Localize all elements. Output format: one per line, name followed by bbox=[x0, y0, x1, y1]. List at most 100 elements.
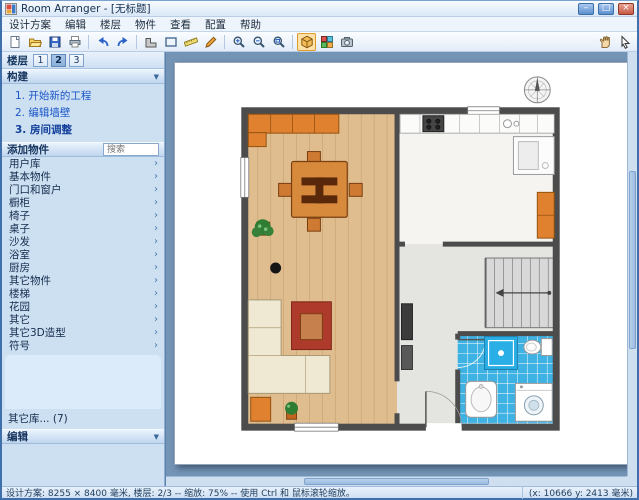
view-3d-button[interactable] bbox=[297, 33, 316, 51]
small-cabinet[interactable] bbox=[251, 397, 271, 421]
pan-button[interactable] bbox=[595, 33, 614, 51]
open-button[interactable] bbox=[25, 33, 44, 51]
floor-tab-2[interactable]: 2 bbox=[51, 54, 66, 67]
undo-button[interactable] bbox=[93, 33, 112, 51]
chevron-right-icon: › bbox=[154, 172, 158, 182]
menu-edit[interactable]: 编辑 bbox=[58, 17, 93, 31]
compass[interactable] bbox=[524, 77, 550, 103]
chevron-right-icon: › bbox=[154, 328, 158, 338]
object-categories: 用户库› 基本物件› 门口和窗户› 橱柜› 椅子› 桌子› 沙发› 浴室› 厨房… bbox=[2, 157, 164, 352]
close-button[interactable]: × bbox=[618, 3, 634, 15]
horizontal-scrollbar-thumb[interactable] bbox=[304, 478, 488, 485]
wall-tool-button[interactable] bbox=[141, 33, 160, 51]
washing-machine[interactable] bbox=[515, 383, 552, 421]
app-icon bbox=[5, 3, 17, 15]
print-icon bbox=[68, 35, 82, 49]
chevron-right-icon: › bbox=[154, 315, 158, 325]
room-tool-button[interactable] bbox=[161, 33, 180, 51]
chevron-right-icon: › bbox=[154, 341, 158, 351]
zoom-fit-button[interactable] bbox=[269, 33, 288, 51]
canvas-viewport[interactable] bbox=[165, 52, 637, 486]
menu-options[interactable]: 配置 bbox=[198, 17, 233, 31]
horizontal-scrollbar[interactable] bbox=[166, 476, 627, 486]
fridge-unit[interactable] bbox=[513, 137, 554, 175]
menu-help[interactable]: 帮助 bbox=[233, 17, 268, 31]
toolbar-separator bbox=[88, 35, 89, 49]
window[interactable] bbox=[295, 423, 339, 431]
undo-arrow-icon bbox=[96, 35, 110, 49]
camera-button[interactable] bbox=[337, 33, 356, 51]
window[interactable] bbox=[468, 107, 500, 115]
status-text: 设计方案: 8255 × 8400 毫米, 楼层: 2/3 -- 缩放: 75%… bbox=[6, 486, 522, 499]
main-area: 楼层 1 2 3 构建 ▼ 1. 开始新的工程 2. 编辑墙壁 3. 房间调整 … bbox=[2, 52, 637, 486]
stairs[interactable] bbox=[486, 258, 555, 328]
zoom-in-icon bbox=[232, 35, 246, 49]
print-button[interactable] bbox=[65, 33, 84, 51]
more-libraries-link[interactable]: 其它库... (7) bbox=[2, 409, 164, 429]
pointer-button[interactable] bbox=[615, 33, 634, 51]
pencil-tool-button[interactable] bbox=[201, 33, 220, 51]
window[interactable] bbox=[241, 158, 249, 198]
add-objects-header: 添加物件 bbox=[2, 142, 164, 157]
measure-tool-button[interactable] bbox=[181, 33, 200, 51]
object-search-input[interactable] bbox=[103, 143, 159, 156]
panel-bottom-area bbox=[2, 444, 164, 486]
cursor-arrow-icon bbox=[618, 35, 632, 49]
new-button[interactable] bbox=[5, 33, 24, 51]
window-title: Room Arranger - [无标题] bbox=[21, 1, 151, 16]
vertical-scrollbar-thumb[interactable] bbox=[629, 171, 636, 349]
sidebar: 楼层 1 2 3 构建 ▼ 1. 开始新的工程 2. 编辑墙壁 3. 房间调整 … bbox=[2, 52, 165, 486]
save-button[interactable] bbox=[45, 33, 64, 51]
menu-object[interactable]: 物件 bbox=[128, 17, 163, 31]
menu-project[interactable]: 设计方案 bbox=[2, 17, 58, 31]
chevron-right-icon: › bbox=[154, 302, 158, 312]
zoom-in-button[interactable] bbox=[229, 33, 248, 51]
collapse-icon[interactable]: ▼ bbox=[154, 433, 159, 441]
build-steps: 1. 开始新的工程 2. 编辑墙壁 3. 房间调整 bbox=[2, 84, 164, 142]
menu-view[interactable]: 查看 bbox=[163, 17, 198, 31]
cursor-coordinates: (x: 10666 y: 2413 毫米) bbox=[522, 486, 633, 499]
category-label: 符号 bbox=[9, 338, 30, 353]
room-tool-icon bbox=[164, 35, 178, 49]
maximize-button[interactable]: □ bbox=[598, 3, 614, 15]
collapse-icon[interactable]: ▼ bbox=[154, 73, 159, 81]
hand-pan-icon bbox=[598, 35, 612, 49]
category-symbols[interactable]: 符号 › bbox=[2, 339, 164, 352]
chevron-right-icon: › bbox=[154, 185, 158, 195]
round-stool[interactable] bbox=[270, 263, 281, 274]
vertical-scrollbar[interactable] bbox=[627, 52, 637, 476]
scrollbar-corner bbox=[627, 476, 637, 486]
build-section-header[interactable]: 构建 ▼ bbox=[2, 69, 164, 84]
menu-floor[interactable]: 楼层 bbox=[93, 17, 128, 31]
zoom-out-button[interactable] bbox=[249, 33, 268, 51]
camera-icon bbox=[340, 35, 354, 49]
edit-section-header[interactable]: 编辑 ▼ bbox=[2, 429, 164, 444]
menu-bar: 设计方案 编辑 楼层 物件 查看 配置 帮助 bbox=[2, 17, 637, 32]
stove[interactable] bbox=[423, 116, 444, 132]
chevron-right-icon: › bbox=[154, 276, 158, 286]
shower[interactable] bbox=[485, 337, 518, 370]
zoom-fit-icon bbox=[272, 35, 286, 49]
save-disk-icon bbox=[48, 35, 62, 49]
new-document-icon bbox=[8, 35, 22, 49]
build-step-edit-walls[interactable]: 2. 编辑墙壁 bbox=[2, 104, 164, 121]
rug-coffee-table[interactable] bbox=[292, 302, 332, 350]
floor-tab-3[interactable]: 3 bbox=[69, 54, 84, 67]
floor-selector: 楼层 1 2 3 bbox=[2, 52, 164, 69]
build-step-adjust-rooms[interactable]: 3. 房间调整 bbox=[2, 121, 164, 138]
ruler-icon bbox=[184, 35, 198, 49]
materials-button[interactable] bbox=[317, 33, 336, 51]
wall-shelf[interactable] bbox=[401, 304, 412, 370]
minimize-button[interactable]: – bbox=[578, 3, 594, 15]
floor-tab-1[interactable]: 1 bbox=[33, 54, 48, 67]
toolbar bbox=[2, 32, 637, 52]
washbasin[interactable] bbox=[466, 381, 497, 417]
tall-cabinet[interactable] bbox=[537, 192, 554, 238]
add-objects-label: 添加物件 bbox=[7, 142, 49, 157]
pencil-icon bbox=[204, 35, 218, 49]
build-step-new-project[interactable]: 1. 开始新的工程 bbox=[2, 87, 164, 104]
redo-button[interactable] bbox=[113, 33, 132, 51]
design-page[interactable] bbox=[174, 62, 628, 465]
small-plant[interactable] bbox=[285, 402, 298, 419]
chevron-right-icon: › bbox=[154, 289, 158, 299]
